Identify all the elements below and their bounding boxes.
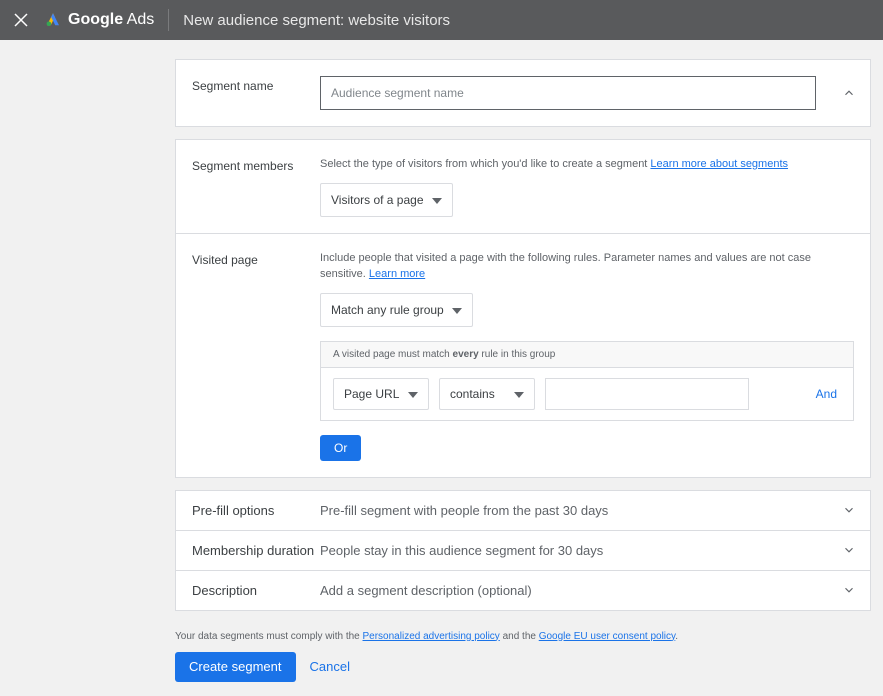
cancel-button[interactable]: Cancel [310,659,350,674]
top-bar: Google Ads New audience segment: website… [0,0,883,40]
footer: Your data segments must comply with the … [175,623,871,696]
rule-operator-dropdown[interactable]: contains [439,378,535,410]
rule-field-dropdown[interactable]: Page URL [333,378,429,410]
personalized-ads-policy-link[interactable]: Personalized advertising policy [363,631,500,642]
visited-page-label: Visited page [192,250,320,267]
expand-toggle[interactable] [842,583,856,597]
description-summary: Add a segment description (optional) [320,583,854,598]
chevron-down-icon [842,503,856,517]
expand-toggle[interactable] [842,503,856,517]
rule-value-input[interactable] [545,378,749,410]
learn-more-segments-link[interactable]: Learn more about segments [650,158,788,170]
caret-down-icon [408,387,418,401]
create-segment-button[interactable]: Create segment [175,652,296,682]
learn-more-visited-link[interactable]: Learn more [369,268,425,280]
chevron-up-icon [842,86,856,100]
brand-logo: Google Ads [44,11,154,29]
chevron-down-icon [842,543,856,557]
membership-row[interactable]: Membership duration People stay in this … [176,530,870,570]
match-rule-dropdown[interactable]: Match any rule group [320,293,473,327]
page-title: New audience segment: website visitors [183,12,450,29]
collapse-toggle[interactable] [842,86,856,100]
description-row[interactable]: Description Add a segment description (o… [176,570,870,610]
close-icon[interactable] [12,11,30,29]
expand-toggle[interactable] [842,543,856,557]
caret-down-icon [452,303,462,317]
google-ads-logo-icon [44,11,62,29]
policy-footnote: Your data segments must comply with the … [175,631,871,642]
visitor-type-dropdown[interactable]: Visitors of a page [320,183,453,217]
brand-rest: Ads [123,11,154,28]
membership-label: Membership duration [192,543,320,558]
visited-page-helper: Include people that visited a page with … [320,250,854,283]
rule-group-header: A visited page must match every rule in … [321,342,853,367]
segment-name-panel: Segment name [175,59,871,127]
header-divider [168,9,169,31]
caret-down-icon [432,193,442,207]
segment-name-input[interactable] [320,76,816,110]
caret-down-icon [514,387,524,401]
segment-members-helper: Select the type of visitors from which y… [320,156,854,173]
prefill-summary: Pre-fill segment with people from the pa… [320,503,854,518]
description-label: Description [192,583,320,598]
eu-consent-policy-link[interactable]: Google EU user consent policy [539,631,676,642]
segment-members-label: Segment members [192,156,320,173]
segment-name-label: Segment name [192,76,320,93]
segment-definition-panel: Segment members Select the type of visit… [175,139,871,478]
chevron-down-icon [842,583,856,597]
brand-bold: Google [68,11,123,28]
prefill-label: Pre-fill options [192,503,320,518]
and-condition-button[interactable]: And [812,387,841,401]
prefill-row[interactable]: Pre-fill options Pre-fill segment with p… [176,491,870,530]
rule-group: A visited page must match every rule in … [320,341,854,421]
options-panel: Pre-fill options Pre-fill segment with p… [175,490,871,611]
or-group-button[interactable]: Or [320,435,361,461]
membership-summary: People stay in this audience segment for… [320,543,854,558]
